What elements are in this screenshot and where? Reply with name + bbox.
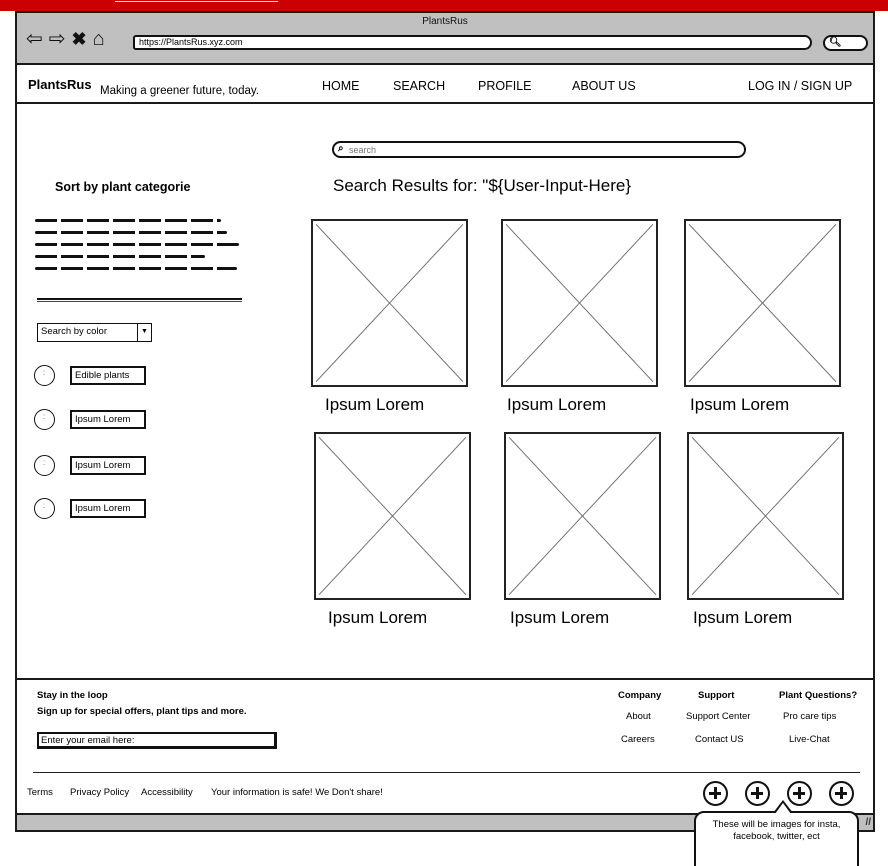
top-bar — [0, 0, 888, 11]
nav-home[interactable]: HOME — [322, 79, 360, 93]
newsletter-text: Sign up for special offers, plant tips a… — [37, 706, 247, 717]
search-field[interactable]: ⌕ — [332, 141, 746, 158]
social-icon-2[interactable] — [745, 781, 770, 806]
footer-link-careers[interactable]: Careers — [621, 734, 655, 745]
footer-link-accessibility[interactable]: Accessibility — [141, 787, 193, 798]
result-card[interactable]: Ipsum Lorem — [501, 219, 658, 414]
close-icon[interactable]: ✖ — [72, 28, 87, 50]
footer-heading-support: Support — [698, 690, 735, 701]
results-title: Search Results for: "${User-Input-Here} — [333, 176, 631, 195]
category-item[interactable]: Ipsum Lorem — [34, 455, 146, 476]
image-placeholder[interactable] — [501, 219, 658, 387]
footer-heading-company: Company — [618, 690, 662, 701]
result-card[interactable]: Ipsum Lorem — [504, 432, 661, 627]
resize-handle-icon[interactable]: // — [865, 817, 871, 828]
back-arrow-icon[interactable]: ⇦ — [26, 28, 43, 50]
sidebar-title: Sort by plant categorie — [55, 180, 191, 194]
image-placeholder[interactable] — [311, 219, 468, 387]
footer-link-terms[interactable]: Terms — [27, 787, 53, 798]
category-label[interactable]: Ipsum Lorem — [70, 456, 146, 475]
category-radio[interactable] — [34, 455, 55, 476]
newsletter-title: Stay in the loop — [37, 690, 108, 701]
window-title: PlantsRus — [422, 16, 468, 27]
category-label[interactable]: Ipsum Lorem — [70, 499, 146, 518]
footer-link-about[interactable]: About — [626, 711, 651, 722]
footer-link-live-chat[interactable]: Live-Chat — [789, 734, 830, 745]
footer-heading-plant-questions: Plant Questions? — [779, 690, 858, 701]
result-caption[interactable]: Ipsum Lorem — [510, 608, 609, 628]
social-icon-1[interactable] — [703, 781, 728, 806]
footer-link-contact-us[interactable]: Contact US — [695, 734, 744, 745]
tagline: Making a greener future, today. — [100, 85, 259, 97]
category-label[interactable]: Ipsum Lorem — [70, 410, 146, 429]
search-input[interactable] — [349, 144, 729, 155]
footer-link-pro-care-tips[interactable]: Pro care tips — [783, 711, 836, 722]
social-icon-4[interactable] — [829, 781, 854, 806]
color-select-value: Search by color — [41, 326, 108, 337]
browser-nav: ⇦ ⇨ ✖ ⌂ — [26, 28, 105, 50]
browser-window: PlantsRus ⇦ ⇨ ✖ ⌂ https://PlantsRus.xyz.… — [15, 11, 875, 832]
home-icon[interactable]: ⌂ — [93, 28, 105, 50]
result-card[interactable]: Ipsum Lorem — [684, 219, 841, 414]
category-item[interactable]: Ipsum Lorem — [34, 498, 146, 519]
login-signup-link[interactable]: LOG IN / SIGN UP — [748, 79, 852, 93]
category-radio[interactable] — [34, 498, 55, 519]
color-select[interactable]: Search by color ▼ — [37, 323, 152, 342]
forward-arrow-icon[interactable]: ⇨ — [49, 28, 66, 50]
image-placeholder[interactable] — [684, 219, 841, 387]
url-bar[interactable]: https://PlantsRus.xyz.com — [133, 35, 812, 50]
email-field[interactable] — [37, 732, 277, 749]
result-caption[interactable]: Ipsum Lorem — [507, 395, 606, 415]
annotation-callout: These will be images for insta, facebook… — [694, 811, 859, 866]
image-placeholder[interactable] — [504, 432, 661, 600]
result-card[interactable]: Ipsum Lorem — [314, 432, 471, 627]
footer-link-support-center[interactable]: Support Center — [686, 711, 750, 722]
footer-link-privacy-policy[interactable]: Privacy Policy — [70, 787, 129, 798]
result-card[interactable]: Ipsum Lorem — [687, 432, 844, 627]
result-caption[interactable]: Ipsum Lorem — [693, 608, 792, 628]
image-placeholder[interactable] — [314, 432, 471, 600]
top-bar-line — [115, 1, 278, 2]
privacy-note: Your information is safe! We Don't share… — [211, 787, 383, 798]
category-radio[interactable] — [34, 365, 55, 386]
category-radio[interactable] — [34, 409, 55, 430]
image-placeholder[interactable] — [687, 432, 844, 600]
category-item[interactable]: Edible plants — [34, 365, 146, 386]
result-caption[interactable]: Ipsum Lorem — [325, 395, 424, 415]
brand-logo[interactable]: PlantsRus — [28, 77, 92, 92]
result-caption[interactable]: Ipsum Lorem — [690, 395, 789, 415]
footer-divider — [33, 772, 860, 773]
category-label[interactable]: Edible plants — [70, 366, 146, 385]
nav-about-us[interactable]: ABOUT US — [572, 79, 636, 93]
result-card[interactable]: Ipsum Lorem — [311, 219, 468, 414]
search-icon: ⌕ — [338, 143, 344, 154]
chevron-down-icon[interactable]: ▼ — [137, 324, 151, 341]
search-icon: 🔍︎ — [829, 37, 842, 48]
sidebar-divider — [37, 298, 242, 302]
callout-pointer-fill — [775, 803, 791, 814]
nav-profile[interactable]: PROFILE — [478, 79, 532, 93]
browser-chrome: PlantsRus ⇦ ⇨ ✖ ⌂ https://PlantsRus.xyz.… — [17, 13, 873, 65]
browser-search-button[interactable]: 🔍︎ — [823, 35, 868, 51]
placeholder-text — [35, 219, 245, 279]
category-item[interactable]: Ipsum Lorem — [34, 409, 146, 430]
nav-search[interactable]: SEARCH — [393, 79, 445, 93]
result-caption[interactable]: Ipsum Lorem — [328, 608, 427, 628]
site-header: PlantsRus Making a greener future, today… — [17, 65, 873, 104]
footer-separator — [17, 678, 873, 680]
